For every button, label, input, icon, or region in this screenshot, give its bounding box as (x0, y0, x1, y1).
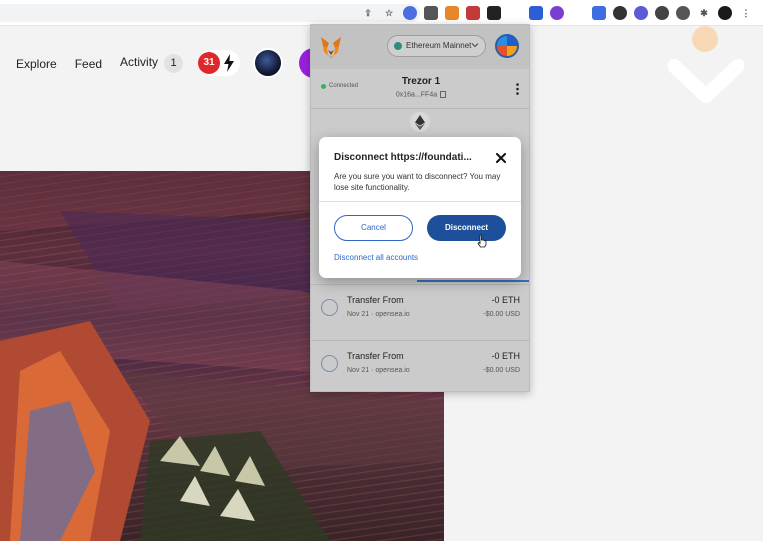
faded-chevron-down-icon (668, 59, 744, 103)
extension-info-icon[interactable] (655, 6, 669, 20)
activity-row[interactable]: Transfer From Nov 21 · opensea.io -0 ETH… (311, 284, 529, 332)
activity-row[interactable]: Transfer From Nov 21 · opensea.io -0 ETH… (311, 340, 529, 388)
tx-fiat: -$0.00 USD (483, 367, 520, 374)
dialog-title: Disconnect https://foundati... (334, 152, 472, 163)
disconnect-all-accounts-link[interactable]: Disconnect all accounts (334, 253, 418, 262)
lightning-bolt-icon (224, 54, 234, 72)
extension-a-icon[interactable] (403, 6, 417, 20)
disconnect-dialog: Disconnect https://foundati... Are you s… (319, 137, 521, 278)
extension-icons: ⇪ ☆ ✱ ⋮ (361, 5, 753, 21)
tx-meta: Nov 21 · opensea.io (347, 367, 410, 374)
share-icon[interactable]: ⇪ (361, 6, 375, 20)
metamask-header: Ethereum Mainnet (311, 25, 529, 69)
chevron-down-icon (471, 43, 479, 48)
extensions-puzzle-icon[interactable]: ✱ (697, 6, 711, 20)
kebab-menu-icon[interactable] (516, 83, 519, 95)
metamask-fox-icon (321, 37, 341, 58)
extension-globe-icon[interactable] (634, 6, 648, 20)
extension-r-icon[interactable] (571, 6, 585, 20)
tx-amount: -0 ETH (491, 351, 520, 361)
extension-blue-icon[interactable] (529, 6, 543, 20)
extension-purple-icon[interactable] (550, 6, 564, 20)
activity-tab-indicator (417, 280, 529, 282)
tx-amount: -0 ETH (491, 295, 520, 305)
close-icon[interactable] (496, 153, 506, 163)
hand-cursor-icon (477, 234, 487, 248)
user-avatar[interactable] (253, 48, 283, 78)
metamask-extension-icon[interactable] (445, 6, 459, 20)
address-bar[interactable] (0, 4, 420, 22)
account-bar: Connected Trezor 1 0x16a...FF4a (311, 69, 529, 109)
profile-icon[interactable] (718, 6, 732, 20)
cancel-button[interactable]: Cancel (334, 215, 413, 241)
browser-menu-icon[interactable]: ⋮ (739, 6, 753, 20)
nav-activity-label: Activity (120, 55, 159, 69)
copy-icon (440, 91, 447, 98)
extension-qr-icon[interactable] (424, 6, 438, 20)
nav-feed[interactable]: Feed (75, 57, 102, 71)
notifications-button[interactable]: 31 (198, 50, 240, 76)
notification-count-badge: 31 (198, 52, 220, 74)
nav-activity[interactable]: Activity 1 (120, 54, 184, 73)
ethereum-icon (410, 112, 430, 132)
extension-dark-icon[interactable] (487, 6, 501, 20)
main-nav: Explore Feed Activity 1 (16, 54, 184, 73)
transfer-icon (321, 299, 338, 316)
extension-eye-icon[interactable] (613, 6, 627, 20)
dialog-message: Are you sure you want to disconnect? You… (334, 172, 501, 192)
extension-s-icon[interactable] (508, 6, 522, 20)
disconnect-button[interactable]: Disconnect (427, 215, 506, 241)
activity-count-badge: 1 (164, 54, 184, 73)
transfer-icon (321, 355, 338, 372)
bookmark-star-icon[interactable]: ☆ (382, 6, 396, 20)
decorative-circle (692, 26, 718, 52)
dialog-divider (319, 201, 521, 202)
account-avatar[interactable] (495, 34, 519, 58)
account-address[interactable]: 0x16a...FF4a (311, 91, 529, 99)
tx-meta: Nov 21 · opensea.io (347, 311, 410, 318)
tx-title: Transfer From (347, 351, 404, 361)
network-name: Ethereum Mainnet (406, 41, 472, 50)
account-address-text: 0x16a...FF4a (395, 91, 438, 99)
tx-fiat: -$0.00 USD (483, 311, 520, 318)
nav-explore[interactable]: Explore (16, 57, 57, 71)
browser-toolbar: ⇪ ☆ ✱ ⋮ (0, 0, 763, 26)
extension-clock-icon[interactable] (676, 6, 690, 20)
network-status-dot (394, 42, 402, 50)
extension-bookmark-icon[interactable] (592, 6, 606, 20)
account-name: Trezor 1 (401, 76, 441, 87)
network-selector[interactable]: Ethereum Mainnet (387, 35, 486, 57)
tx-title: Transfer From (347, 295, 404, 305)
extension-red-icon[interactable] (466, 6, 480, 20)
